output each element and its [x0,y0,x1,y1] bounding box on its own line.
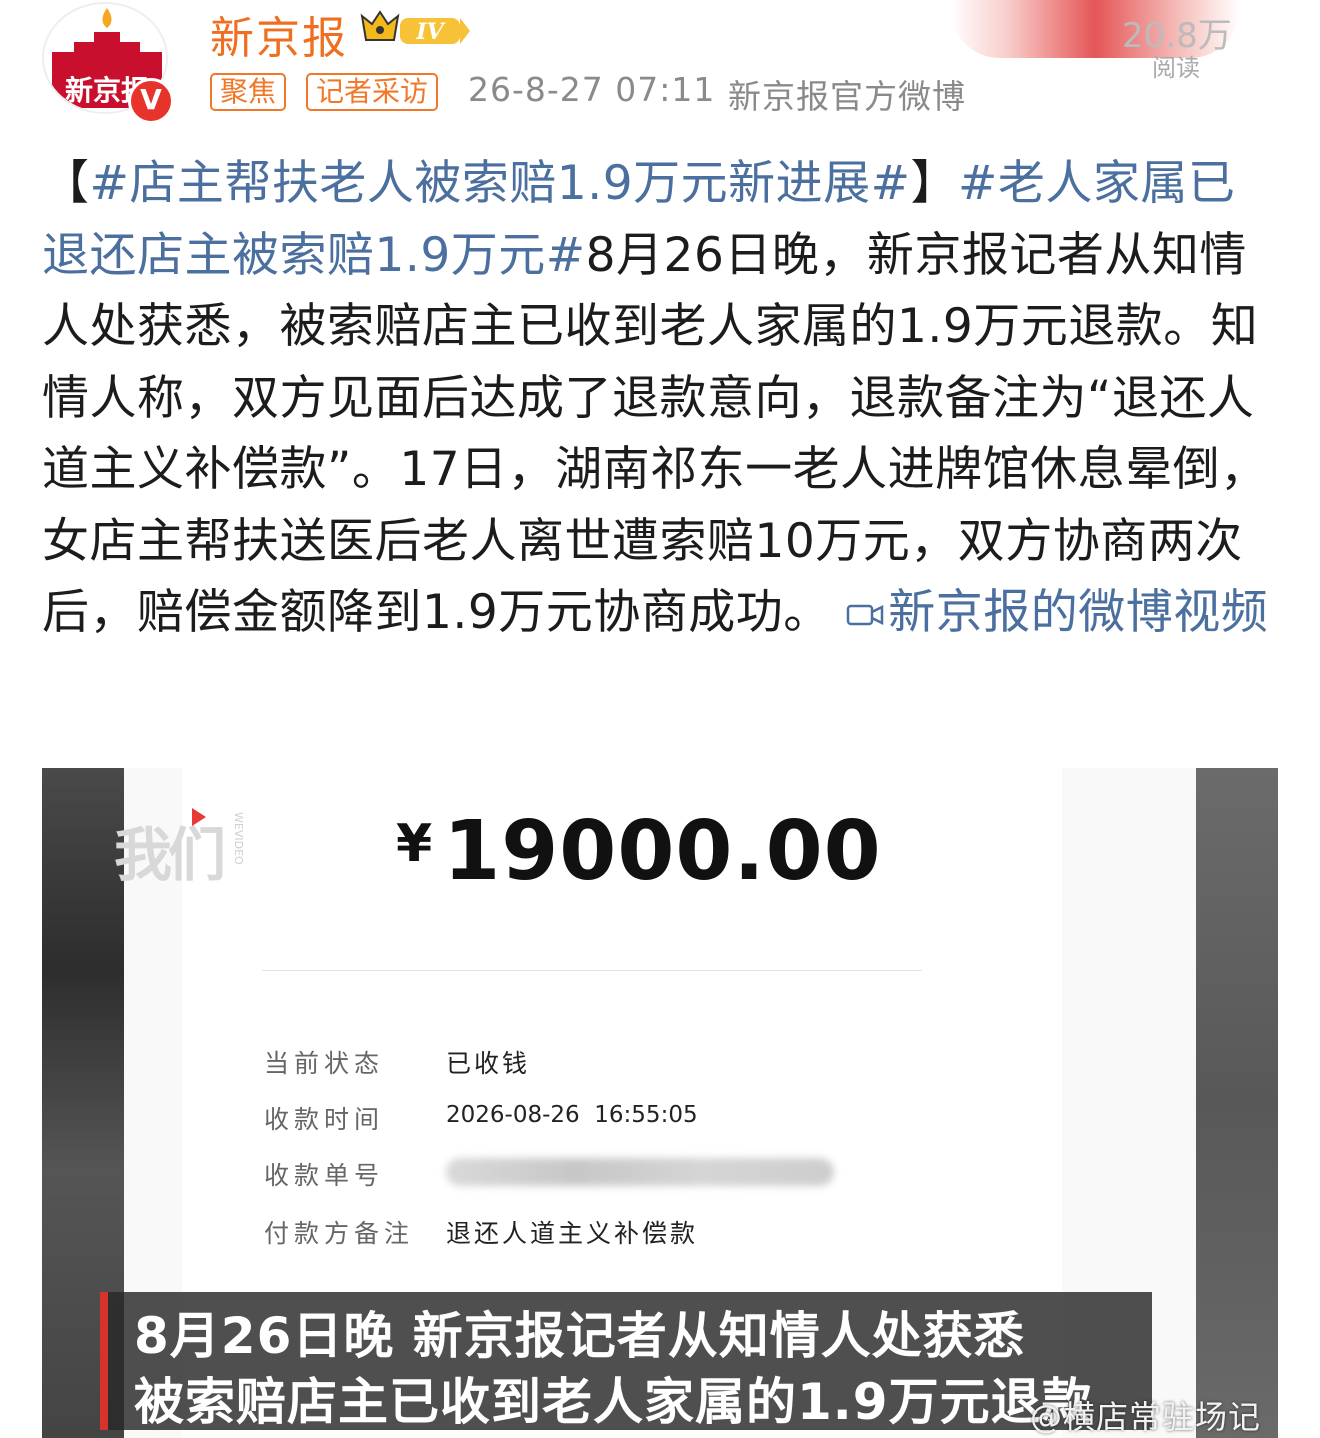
currency-symbol: ¥ [396,814,434,874]
row-label-status: 当前状态 [264,1049,385,1078]
row-label-time: 收款时间 [264,1105,385,1134]
row-value-status: 已收钱 [446,1049,531,1078]
video-link[interactable]: 新京报的微博视频 [846,585,1268,640]
subtitle-line-2: 被索赔店主已收到老人家属的1.9万元退款 [134,1373,1093,1431]
hashtag-link-1[interactable]: #店主帮扶老人被索赔1.9万元新进展# [90,156,911,211]
row-label-remark: 付款方备注 [264,1219,415,1248]
video-watermark-sub: WEVIDEO [232,812,245,865]
read-label: 阅读 [1152,54,1200,82]
video-link-label: 新京报的微博视频 [888,585,1269,640]
receipt-amount: ¥19000.00 [396,804,882,899]
video-player[interactable]: 我们 WEVIDEO ¥19000.00 当前状态 已收钱 收款时间 2026-… [42,768,1278,1438]
post-time: 26-8-27 07:11 [468,70,716,109]
post-text: 【#店主帮扶老人被索赔1.9万元新进展#】#老人家属已退还店主被索赔1.9万元#… [42,148,1282,649]
author-name[interactable]: 新京报 [210,2,348,66]
amount-value: 19000.00 [443,804,882,899]
svg-text:IV: IV [415,19,445,45]
weibo-user-watermark: @横店常驻场记 [1030,1398,1262,1436]
subtitle-line-1: 8月26日晚 新京报记者从知情人处获悉 [134,1307,1025,1365]
bracket-open: 【 [42,156,90,211]
subtitle-accent [100,1292,108,1430]
verified-badge-icon: V [128,78,174,124]
post-source: 新京报官方微博 [728,77,966,116]
blurred-order-number [446,1158,834,1186]
video-right-edge [1196,768,1278,1438]
video-camera-icon [846,604,884,626]
vip-level-badge-icon: IV [360,10,470,45]
receipt-divider [262,970,922,971]
watermark-play-icon [192,808,206,826]
row-value-time: 2026-08-26 16:55:05 [446,1102,698,1128]
post-body: 8月26日晚，新京报记者从知情人处获悉，被索赔店主已收到老人家属的1.9万元退款… [42,227,1268,641]
tag-focus[interactable]: 聚焦 [210,73,287,111]
row-label-order-no: 收款单号 [264,1161,385,1190]
bracket-close: 】 [910,156,959,211]
tag-interview[interactable]: 记者采访 [306,73,439,111]
row-value-remark: 退还人道主义补偿款 [446,1219,699,1248]
